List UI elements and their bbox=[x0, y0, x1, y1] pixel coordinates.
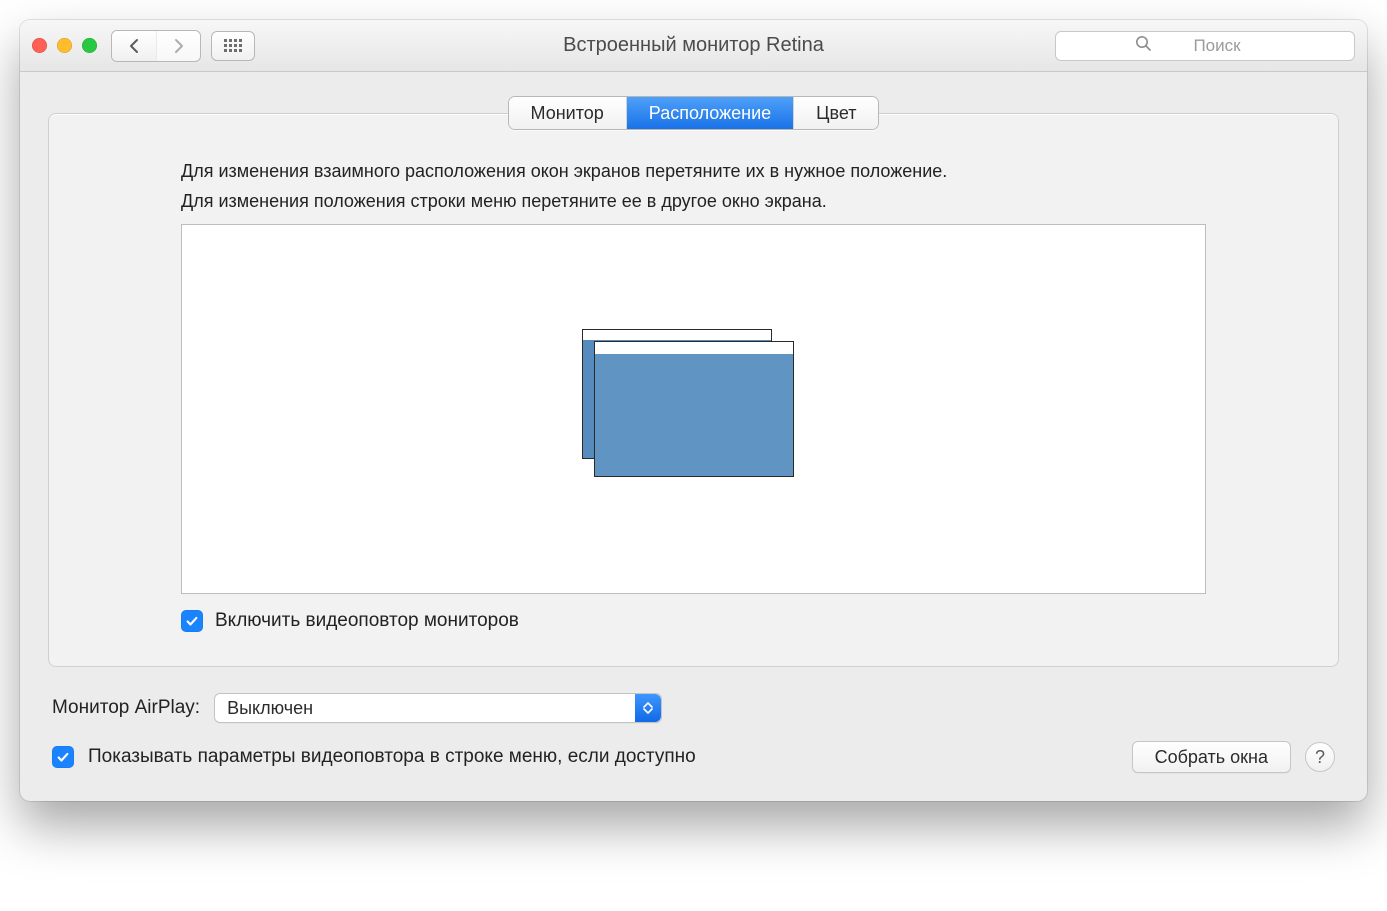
display-area bbox=[595, 354, 793, 476]
body: Монитор Расположение Цвет Для изменения … bbox=[20, 72, 1367, 801]
show-mirroring-row: Показывать параметры видеоповтора в стро… bbox=[52, 746, 696, 768]
airplay-selected: Выключен bbox=[227, 698, 313, 719]
preferences-window: Встроенный монитор Retina Монитор Распол… bbox=[20, 20, 1367, 801]
tab-monitor[interactable]: Монитор bbox=[509, 97, 626, 129]
airplay-label: Монитор AirPlay: bbox=[52, 697, 200, 719]
show-mirroring-checkbox[interactable] bbox=[52, 746, 74, 768]
help-button[interactable]: ? bbox=[1305, 742, 1335, 772]
mirror-checkbox[interactable] bbox=[181, 610, 203, 632]
mirror-row: Включить видеоповтор мониторов bbox=[181, 610, 1206, 632]
select-stepper-icon bbox=[635, 694, 661, 722]
arrangement-panel: Для изменения взаимного расположения око… bbox=[48, 113, 1339, 667]
tabs-wrap: Монитор Расположение Цвет bbox=[48, 96, 1339, 130]
menubar-icon bbox=[583, 330, 771, 340]
footer-right: Собрать окна ? bbox=[1132, 741, 1335, 773]
instruction-line-2: Для изменения положения строки меню пере… bbox=[181, 188, 1206, 214]
titlebar: Встроенный монитор Retina bbox=[20, 20, 1367, 72]
search-input[interactable] bbox=[1055, 31, 1355, 61]
checkmark-icon bbox=[185, 614, 199, 628]
gather-windows-button[interactable]: Собрать окна bbox=[1132, 741, 1291, 773]
tab-arrangement[interactable]: Расположение bbox=[626, 97, 793, 129]
mirror-label: Включить видеоповтор мониторов bbox=[215, 610, 519, 632]
display-1[interactable] bbox=[594, 341, 794, 477]
instruction-line-1: Для изменения взаимного расположения око… bbox=[181, 158, 1206, 184]
show-mirroring-label: Показывать параметры видеоповтора в стро… bbox=[88, 746, 696, 768]
tabs: Монитор Расположение Цвет bbox=[508, 96, 880, 130]
arrangement-area[interactable] bbox=[181, 224, 1206, 594]
chevron-down-icon bbox=[643, 708, 653, 714]
display-layout bbox=[594, 341, 794, 477]
search-wrap bbox=[1055, 31, 1355, 61]
bottom-area: Монитор AirPlay: Выключен Показывать пар… bbox=[48, 693, 1339, 773]
tab-color[interactable]: Цвет bbox=[793, 97, 878, 129]
menubar-icon[interactable] bbox=[595, 342, 793, 354]
footer-row: Показывать параметры видеоповтора в стро… bbox=[52, 741, 1335, 773]
checkmark-icon bbox=[56, 750, 70, 764]
airplay-row: Монитор AirPlay: Выключен bbox=[52, 693, 1335, 723]
airplay-select[interactable]: Выключен bbox=[214, 693, 662, 723]
